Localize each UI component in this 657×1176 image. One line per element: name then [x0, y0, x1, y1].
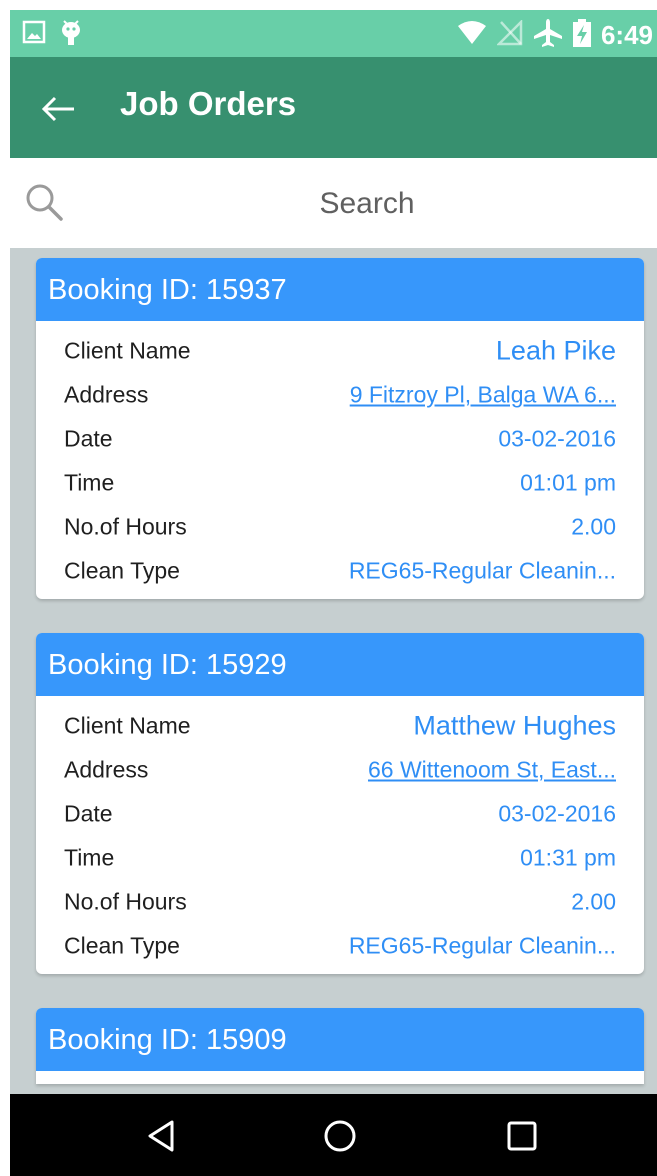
- nav-recents-button[interactable]: [502, 1116, 542, 1156]
- date-label: Date: [64, 425, 113, 452]
- search-bar: [10, 158, 657, 248]
- booking-card[interactable]: Booking ID: 15909: [36, 1008, 644, 1084]
- hours-label: No.of Hours: [64, 513, 187, 540]
- time-label: Time: [64, 844, 115, 871]
- time-value: 01:31 pm: [520, 844, 616, 871]
- booking-id-header: Booking ID: 15929: [36, 633, 644, 696]
- booking-card[interactable]: Booking ID: 15929 Client Name Matthew Hu…: [36, 633, 644, 974]
- address-row: Address 9 Fitzroy Pl, Balga WA 6...: [36, 373, 644, 417]
- search-input[interactable]: [80, 172, 654, 236]
- address-label: Address: [64, 381, 149, 408]
- home-circle-icon: [324, 1120, 356, 1152]
- search-icon[interactable]: [24, 182, 64, 222]
- date-value: 03-02-2016: [498, 800, 616, 827]
- status-time: 6:49: [600, 19, 653, 50]
- image-icon: [22, 20, 46, 50]
- back-triangle-icon: [148, 1120, 174, 1152]
- recents-square-icon: [507, 1121, 537, 1151]
- time-row: Time 01:01 pm: [36, 461, 644, 505]
- client-name-row: Client Name Matthew Hughes: [36, 704, 644, 748]
- address-link[interactable]: 9 Fitzroy Pl, Balga WA 6...: [350, 382, 616, 409]
- no-signal-icon: [495, 18, 523, 50]
- date-value: 03-02-2016: [498, 425, 616, 452]
- booking-card[interactable]: Booking ID: 15937 Client Name Leah Pike …: [36, 258, 644, 599]
- hours-value: 2.00: [571, 513, 616, 540]
- booking-id-header: Booking ID: 15937: [36, 258, 644, 321]
- back-button[interactable]: [36, 89, 80, 129]
- status-bar: 6:49: [10, 10, 657, 57]
- clean-type-label: Clean Type: [64, 932, 180, 959]
- address-label: Address: [64, 756, 149, 783]
- app-screen: 6:49 Job Orders Booking ID: 15937 Client…: [10, 10, 657, 1176]
- time-value: 01:01 pm: [520, 469, 616, 496]
- client-name-label: Client Name: [64, 712, 191, 739]
- hours-row: No.of Hours 2.00: [36, 505, 644, 549]
- navigation-bar: [10, 1094, 657, 1176]
- nav-home-button[interactable]: [320, 1116, 360, 1156]
- android-icon: [60, 20, 82, 50]
- nav-back-button[interactable]: [142, 1116, 182, 1156]
- airplane-icon: [533, 18, 563, 52]
- date-row: Date 03-02-2016: [36, 417, 644, 461]
- address-link[interactable]: 66 Wittenoom St, East...: [368, 757, 616, 784]
- clean-type-label: Clean Type: [64, 557, 180, 584]
- wifi-icon: [457, 20, 487, 50]
- page-title: Job Orders: [120, 85, 297, 122]
- clean-type-row: Clean Type REG65-Regular Cleanin...: [36, 549, 644, 593]
- address-row: Address 66 Wittenoom St, East...: [36, 748, 644, 792]
- time-label: Time: [64, 469, 115, 496]
- time-row: Time 01:31 pm: [36, 836, 644, 880]
- clean-type-value: REG65-Regular Cleanin...: [348, 932, 616, 959]
- date-row: Date 03-02-2016: [36, 792, 644, 836]
- app-bar: Job Orders: [10, 57, 657, 158]
- client-name-label: Client Name: [64, 337, 191, 364]
- hours-label: No.of Hours: [64, 888, 187, 915]
- date-label: Date: [64, 800, 113, 827]
- hours-value: 2.00: [571, 888, 616, 915]
- client-name-value: Leah Pike: [495, 335, 616, 366]
- client-name-value: Matthew Hughes: [413, 710, 616, 741]
- booking-id-header: Booking ID: 15909: [36, 1008, 644, 1071]
- client-name-row: Client Name Leah Pike: [36, 329, 644, 373]
- clean-type-row: Clean Type REG65-Regular Cleanin...: [36, 924, 644, 968]
- clean-type-value: REG65-Regular Cleanin...: [348, 557, 616, 584]
- arrow-left-icon: [41, 96, 74, 122]
- hours-row: No.of Hours 2.00: [36, 880, 644, 924]
- battery-charging-icon: [572, 19, 591, 51]
